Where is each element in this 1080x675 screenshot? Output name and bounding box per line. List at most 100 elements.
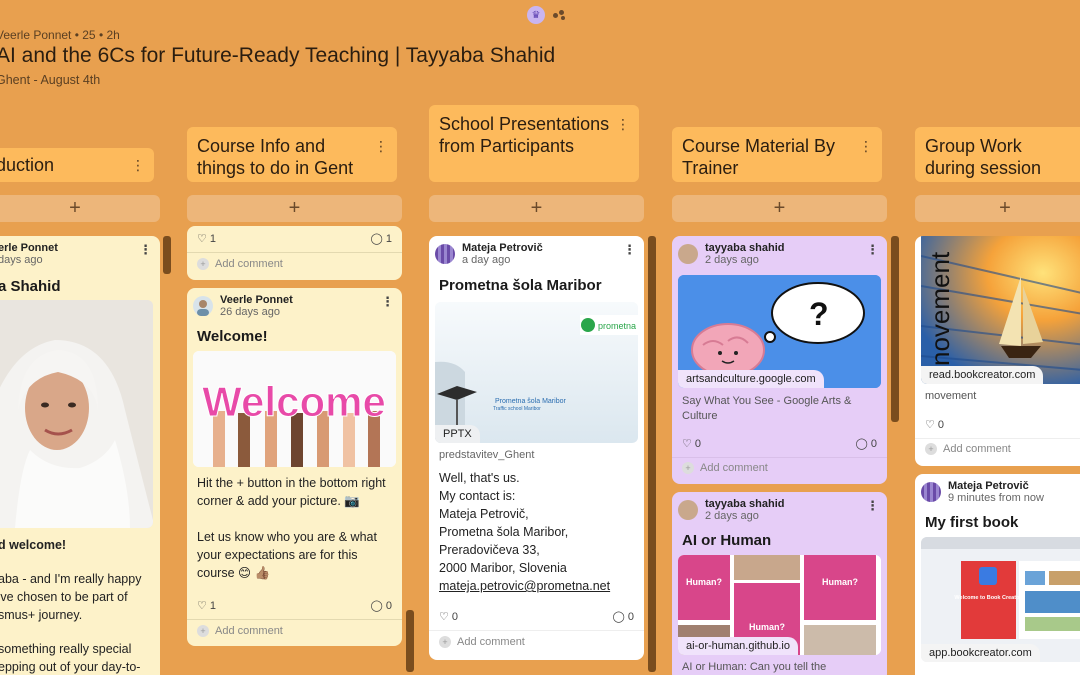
- link-description: Say What You See - Google Arts & Culture: [682, 395, 852, 422]
- post-text-line: Let us know who you are & what your expe…: [197, 530, 377, 580]
- author-name: erle Ponnet: [0, 242, 58, 254]
- link-preview-image[interactable]: ? artsandculture.google.com: [678, 275, 881, 388]
- comment-count: 1: [385, 233, 392, 245]
- like-button[interactable]: ♡ 0: [925, 418, 944, 431]
- post-time: 9 minutes from now: [948, 492, 1044, 504]
- post-more-icon[interactable]: ⋮: [866, 498, 879, 514]
- column-more-icon[interactable]: ⋮: [859, 135, 873, 157]
- post-text-line: Preradovičeva 33,: [439, 543, 540, 557]
- image-overlay-text: novement: [925, 251, 955, 366]
- add-comment-field[interactable]: + Add comment: [197, 625, 283, 637]
- post-text-line: epping out of your day-to-: [0, 660, 141, 674]
- column-header-course-material[interactable]: Course Material By Trainer ⋮: [672, 127, 882, 182]
- like-button[interactable]: ♡ 1: [197, 232, 216, 245]
- post-time: 2 days ago: [705, 510, 759, 522]
- add-post-button-col1[interactable]: +: [0, 195, 160, 222]
- add-comment-icon: +: [197, 258, 209, 270]
- email-link[interactable]: mateja.petrovic@prometna.net: [439, 577, 639, 595]
- post-title: Prometna šola Maribor: [439, 277, 602, 294]
- post-title: a Shahid: [0, 278, 61, 295]
- human-label: Human?: [686, 577, 722, 587]
- add-post-button-col2[interactable]: +: [187, 195, 402, 222]
- post-reactions: ♡ 1 ◯ 0: [197, 599, 392, 612]
- column-header-introduction[interactable]: duction ⋮: [0, 148, 154, 182]
- add-comment-field[interactable]: + Add comment: [682, 462, 768, 474]
- column-title: Course Info and things to do in Gent: [197, 136, 354, 178]
- plus-icon: +: [773, 197, 786, 219]
- author-name: tayyaba shahid: [705, 498, 785, 510]
- post-card-partial[interactable]: ♡ 1 ◯ 1 + Add comment: [187, 226, 402, 280]
- like-count: 0: [694, 438, 702, 450]
- add-comment-field[interactable]: + Add comment: [925, 443, 1011, 455]
- column-scrollbar[interactable]: [163, 236, 171, 274]
- column-header-group-work[interactable]: Group Work during session: [915, 127, 1080, 182]
- post-card-my-first-book[interactable]: Mateja Petrovič 9 minutes from now My fi…: [915, 474, 1080, 675]
- add-post-button-col4[interactable]: +: [672, 195, 887, 222]
- column-header-school-presentations[interactable]: School Presentations from Participants ⋮: [429, 105, 639, 182]
- comment-count: 0: [627, 611, 634, 623]
- post-card-tayyaba[interactable]: erle Ponnet days ago ⋮ a Shahid d welcom…: [0, 236, 160, 675]
- post-reactions: ♡ 0 ◯ 0: [682, 437, 877, 450]
- post-more-icon[interactable]: ⋮: [139, 242, 152, 258]
- board-title[interactable]: AI and the 6Cs for Future-Ready Teaching…: [0, 44, 555, 68]
- like-count: 1: [209, 600, 217, 612]
- post-card-prometna[interactable]: Mateja Petrovič a day ago ⋮ Prometna šol…: [429, 236, 644, 660]
- like-button[interactable]: ♡ 0: [439, 610, 458, 623]
- add-comment-field[interactable]: + Add comment: [197, 258, 283, 270]
- collaborators-icon[interactable]: [551, 7, 567, 23]
- add-comment-field[interactable]: + Add comment: [439, 636, 525, 648]
- post-author: tayyaba shahid 2 days ago: [678, 498, 784, 522]
- post-more-icon[interactable]: ⋮: [866, 242, 879, 258]
- post-text-line: smus+ journey.: [0, 608, 83, 622]
- comment-button[interactable]: ◯ 0: [613, 610, 635, 623]
- add-post-button-col5[interactable]: +: [915, 195, 1080, 222]
- comment-count: 0: [870, 438, 877, 450]
- comment-button[interactable]: ◯ 1: [371, 232, 393, 245]
- like-button[interactable]: ♡ 0: [682, 437, 701, 450]
- author-name: Mateja Petrovič: [462, 242, 543, 254]
- add-post-button-col3[interactable]: +: [429, 195, 644, 222]
- padlet-logo-icon[interactable]: ♛: [527, 6, 545, 24]
- like-button[interactable]: ♡ 1: [197, 599, 216, 612]
- link-preview-image[interactable]: Human? Human? Human? ai-or-human.github.…: [678, 555, 881, 655]
- post-time: a day ago: [462, 254, 511, 266]
- post-time: 26 days ago: [220, 306, 280, 318]
- link-preview-image[interactable]: novement read.bookcreator.com: [921, 236, 1080, 384]
- post-author: erle Ponnet days ago: [0, 242, 58, 266]
- portrait-image[interactable]: [0, 300, 153, 528]
- column-header-course-info[interactable]: Course Info and things to do in Gent ⋮: [187, 127, 397, 182]
- post-more-icon[interactable]: ⋮: [623, 242, 636, 258]
- post-card-arts-culture[interactable]: tayyaba shahid 2 days ago ⋮ ? artsandcul…: [672, 236, 887, 484]
- add-comment-icon: +: [925, 443, 937, 455]
- add-comment-label: Add comment: [457, 636, 525, 648]
- comment-button[interactable]: ◯ 0: [371, 599, 393, 612]
- column-scrollbar[interactable]: [891, 236, 899, 422]
- welcome-image[interactable]: Welcome: [193, 351, 396, 467]
- comment-button[interactable]: ◯ 0: [856, 437, 878, 450]
- column-more-icon[interactable]: ⋮: [131, 154, 145, 176]
- post-body: Hit the + button in the bottom right cor…: [197, 474, 397, 582]
- post-card-welcome[interactable]: Veerle Ponnet 26 days ago ⋮ Welcome! Wel…: [187, 288, 402, 646]
- post-more-icon[interactable]: ⋮: [381, 294, 394, 310]
- welcome-image-text: Welcome: [202, 378, 386, 425]
- author-name: tayyaba shahid: [705, 242, 785, 254]
- post-text-line: something really special: [0, 642, 132, 656]
- avatar: [435, 244, 455, 264]
- avatar: [193, 296, 213, 316]
- link-preview-image[interactable]: Welcome to Book Creator app.bookcreator.…: [921, 537, 1080, 662]
- column-scrollbar[interactable]: [648, 236, 656, 672]
- board-subtitle: Ghent - August 4th: [0, 73, 101, 87]
- column-scrollbar[interactable]: [406, 610, 414, 672]
- add-comment-icon: +: [197, 625, 209, 637]
- book-title: Welcome to Book Creator: [954, 595, 1022, 601]
- avatar: [678, 244, 698, 264]
- like-count: 0: [937, 419, 945, 431]
- human-label: Human?: [749, 622, 785, 632]
- column-more-icon[interactable]: ⋮: [374, 135, 388, 157]
- column-title: School Presentations from Participants: [439, 114, 610, 156]
- post-card-movement[interactable]: novement read.bookcreator.com movement ♡…: [915, 236, 1080, 466]
- post-card-ai-or-human[interactable]: tayyaba shahid 2 days ago ⋮ AI or Human …: [672, 492, 887, 675]
- presentation-preview[interactable]: prometna Prometna šola Maribor Traffic s…: [435, 302, 638, 443]
- column-more-icon[interactable]: ⋮: [616, 113, 630, 135]
- like-count: 0: [451, 611, 459, 623]
